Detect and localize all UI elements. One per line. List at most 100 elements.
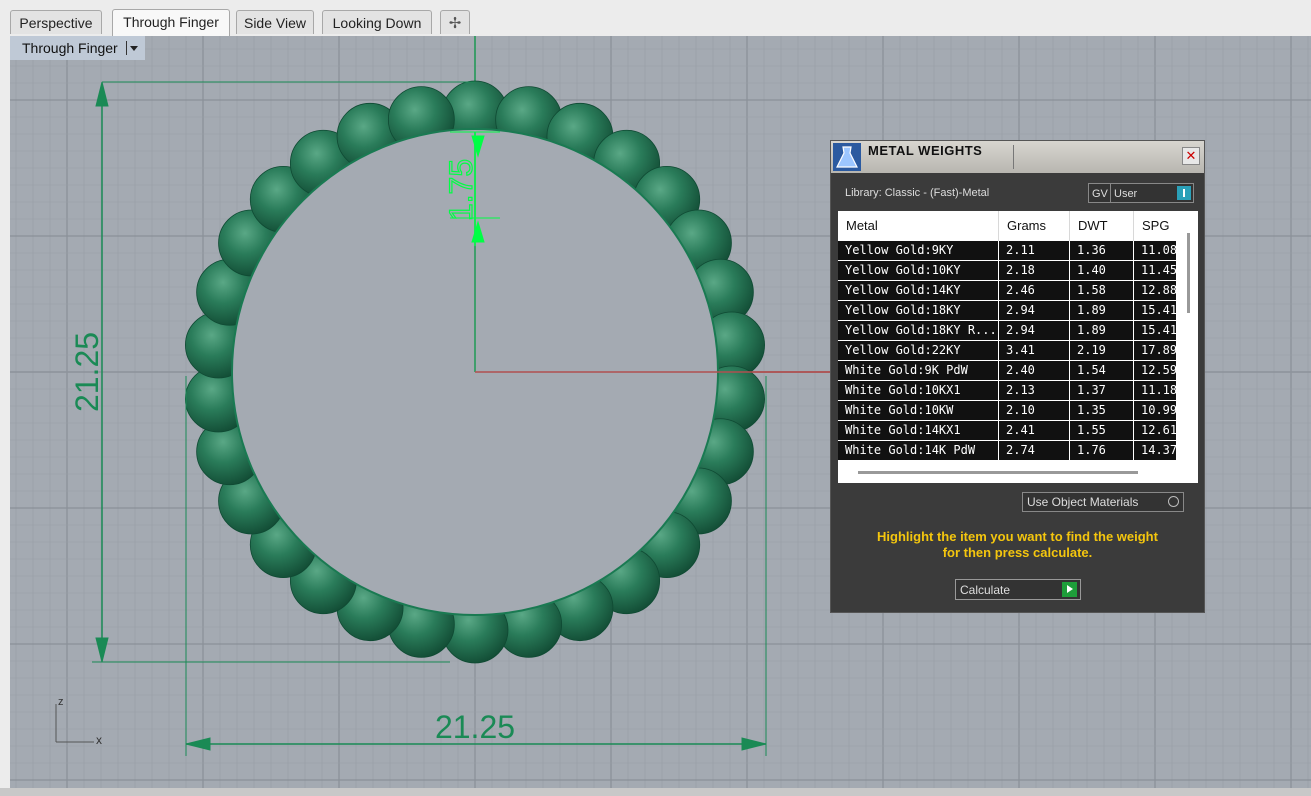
cell-spg: 15.41 (1141, 303, 1176, 317)
table-row[interactable]: White Gold:9K PdW 2.40 1.54 12.59 (838, 361, 1176, 381)
cell-dwt: 1.37 (1070, 381, 1134, 400)
column-dwt[interactable]: DWT (1070, 211, 1134, 241)
toggle-knob-icon (1177, 186, 1191, 200)
cell-metal: White Gold:14K PdW (838, 441, 999, 460)
table-row[interactable]: White Gold:10KX1 2.13 1.37 11.18 (838, 381, 1176, 401)
cell-metal: White Gold:10KX1 (838, 381, 999, 400)
axis-indicator (55, 704, 94, 743)
cell-spg: 12.61 (1141, 423, 1176, 437)
cell-spg: 15.41 (1141, 323, 1176, 337)
close-icon[interactable]: ✕ (1182, 147, 1200, 165)
table-row[interactable]: Yellow Gold:10KY 2.18 1.40 11.45 (838, 261, 1176, 281)
metal-weights-panel: METAL WEIGHTS ✕ Library: Classic - (Fast… (830, 140, 1205, 613)
dimension-thickness-label: 1.75 (443, 159, 479, 221)
cell-metal: Yellow Gold:9KY (838, 241, 999, 260)
axis-z-label: z (58, 696, 64, 708)
materials-select-label: Use Object Materials (1027, 495, 1139, 509)
cell-spg: 11.45 (1141, 263, 1176, 277)
cell-grams: 2.46 (999, 281, 1070, 300)
dimension-horizontal-label: 21.25 (435, 709, 515, 745)
table-row[interactable]: Yellow Gold:18KY 2.94 1.89 15.41 (838, 301, 1176, 321)
tab-perspective[interactable]: Perspective (10, 10, 102, 34)
horizontal-scrollbar[interactable] (858, 471, 1138, 474)
cell-metal: White Gold:14KX1 (838, 421, 999, 440)
cell-grams: 2.11 (999, 241, 1070, 260)
cell-dwt: 1.76 (1070, 441, 1134, 460)
cell-spg: 14.37 (1141, 443, 1176, 457)
cell-spg: 10.99 (1141, 403, 1176, 417)
vertical-scrollbar[interactable] (1187, 233, 1190, 313)
cell-dwt: 2.19 (1070, 341, 1134, 360)
add-tab-button[interactable]: ✢ (440, 10, 470, 34)
column-grams[interactable]: Grams (999, 211, 1070, 241)
cell-dwt: 1.58 (1070, 281, 1134, 300)
cell-spg: 11.18 (1141, 383, 1176, 397)
cell-grams: 2.13 (999, 381, 1070, 400)
cell-dwt: 1.36 (1070, 241, 1134, 260)
table-body: Yellow Gold:9KY 2.11 1.36 11.08 Yellow Gold:… (838, 241, 1176, 461)
cell-dwt: 1.55 (1070, 421, 1134, 440)
cell-grams: 2.10 (999, 401, 1070, 420)
tab-through-finger[interactable]: Through Finger (112, 9, 230, 36)
tab-looking-down[interactable]: Looking Down (322, 10, 432, 34)
user-toggle-label: User (1114, 188, 1138, 200)
cell-grams: 2.18 (999, 261, 1070, 280)
cell-dwt: 1.89 (1070, 301, 1134, 320)
instruction-line-2: for then press calculate. (942, 545, 1093, 560)
viewport-name-dropdown[interactable]: Through Finger (10, 36, 145, 60)
instruction-text: Highlight the item you want to find the … (841, 529, 1194, 561)
library-label: Library: Classic - (Fast)-Metal (845, 187, 990, 199)
dimension-vertical-label: 21.25 (69, 332, 105, 412)
cell-metal: Yellow Gold:14KY (838, 281, 999, 300)
table-row[interactable]: Yellow Gold:14KY 2.46 1.58 12.88 (838, 281, 1176, 301)
cell-spg: 11.08 (1141, 243, 1176, 257)
cell-metal: White Gold:9K PdW (838, 361, 999, 380)
cell-dwt: 1.40 (1070, 261, 1134, 280)
cell-grams: 2.41 (999, 421, 1070, 440)
panel-title-bar[interactable]: METAL WEIGHTS ✕ (831, 141, 1204, 173)
cell-dwt: 1.54 (1070, 361, 1134, 380)
gv-toggle-label: GV (1092, 188, 1108, 200)
tab-side-view[interactable]: Side View (236, 10, 314, 34)
cell-dwt: 1.89 (1070, 321, 1134, 340)
radio-circle-icon (1168, 496, 1179, 507)
panel-title: METAL WEIGHTS (868, 143, 983, 158)
cell-spg: 12.59 (1141, 363, 1176, 377)
table-row[interactable]: White Gold:14KX1 2.41 1.55 12.61 (838, 421, 1176, 441)
cell-metal: Yellow Gold:18KY (838, 301, 999, 320)
cell-spg: 12.88 (1141, 283, 1176, 297)
chevron-down-icon (125, 41, 138, 55)
cell-dwt: 1.35 (1070, 401, 1134, 420)
instruction-line-1: Highlight the item you want to find the … (877, 529, 1158, 544)
flask-logo-icon (833, 143, 861, 171)
calculate-label: Calculate (960, 583, 1011, 597)
cell-metal: Yellow Gold:22KY (838, 341, 999, 360)
user-toggle[interactable]: User (1110, 183, 1194, 203)
table-row[interactable]: Yellow Gold:22KY 3.41 2.19 17.89 (838, 341, 1176, 361)
plus-icon: ✢ (448, 15, 462, 32)
cell-grams: 3.41 (999, 341, 1070, 360)
cell-metal: Yellow Gold:18KY R... (838, 321, 999, 340)
cell-grams: 2.94 (999, 301, 1070, 320)
table-row[interactable]: White Gold:14K PdW 2.74 1.76 14.37 (838, 441, 1176, 461)
table-header: Metal Grams DWT SPG (838, 211, 1198, 241)
calculate-button[interactable]: Calculate (955, 579, 1081, 600)
cell-grams: 2.94 (999, 321, 1070, 340)
title-separator (1013, 145, 1014, 169)
cell-metal: Yellow Gold:10KY (838, 261, 999, 280)
table-row[interactable]: Yellow Gold:18KY R... 2.94 1.89 15.41 (838, 321, 1176, 341)
cell-grams: 2.40 (999, 361, 1070, 380)
tab-bar: Perspective Through Finger Side View Loo… (0, 0, 1311, 36)
status-bar (0, 788, 1311, 796)
column-metal[interactable]: Metal (838, 211, 999, 241)
play-arrow-icon (1062, 582, 1077, 597)
table-row[interactable]: Yellow Gold:9KY 2.11 1.36 11.08 (838, 241, 1176, 261)
cell-spg: 17.89 (1141, 343, 1176, 357)
viewport-name-label: Through Finger (22, 40, 118, 56)
cell-grams: 2.74 (999, 441, 1070, 460)
metal-table: Metal Grams DWT SPG Yellow Gold:9KY 2.11 1… (838, 211, 1198, 483)
materials-select[interactable]: Use Object Materials (1022, 492, 1184, 512)
cell-metal: White Gold:10KW (838, 401, 999, 420)
table-row[interactable]: White Gold:10KW 2.10 1.35 10.99 (838, 401, 1176, 421)
axis-x-label: x (96, 733, 102, 747)
